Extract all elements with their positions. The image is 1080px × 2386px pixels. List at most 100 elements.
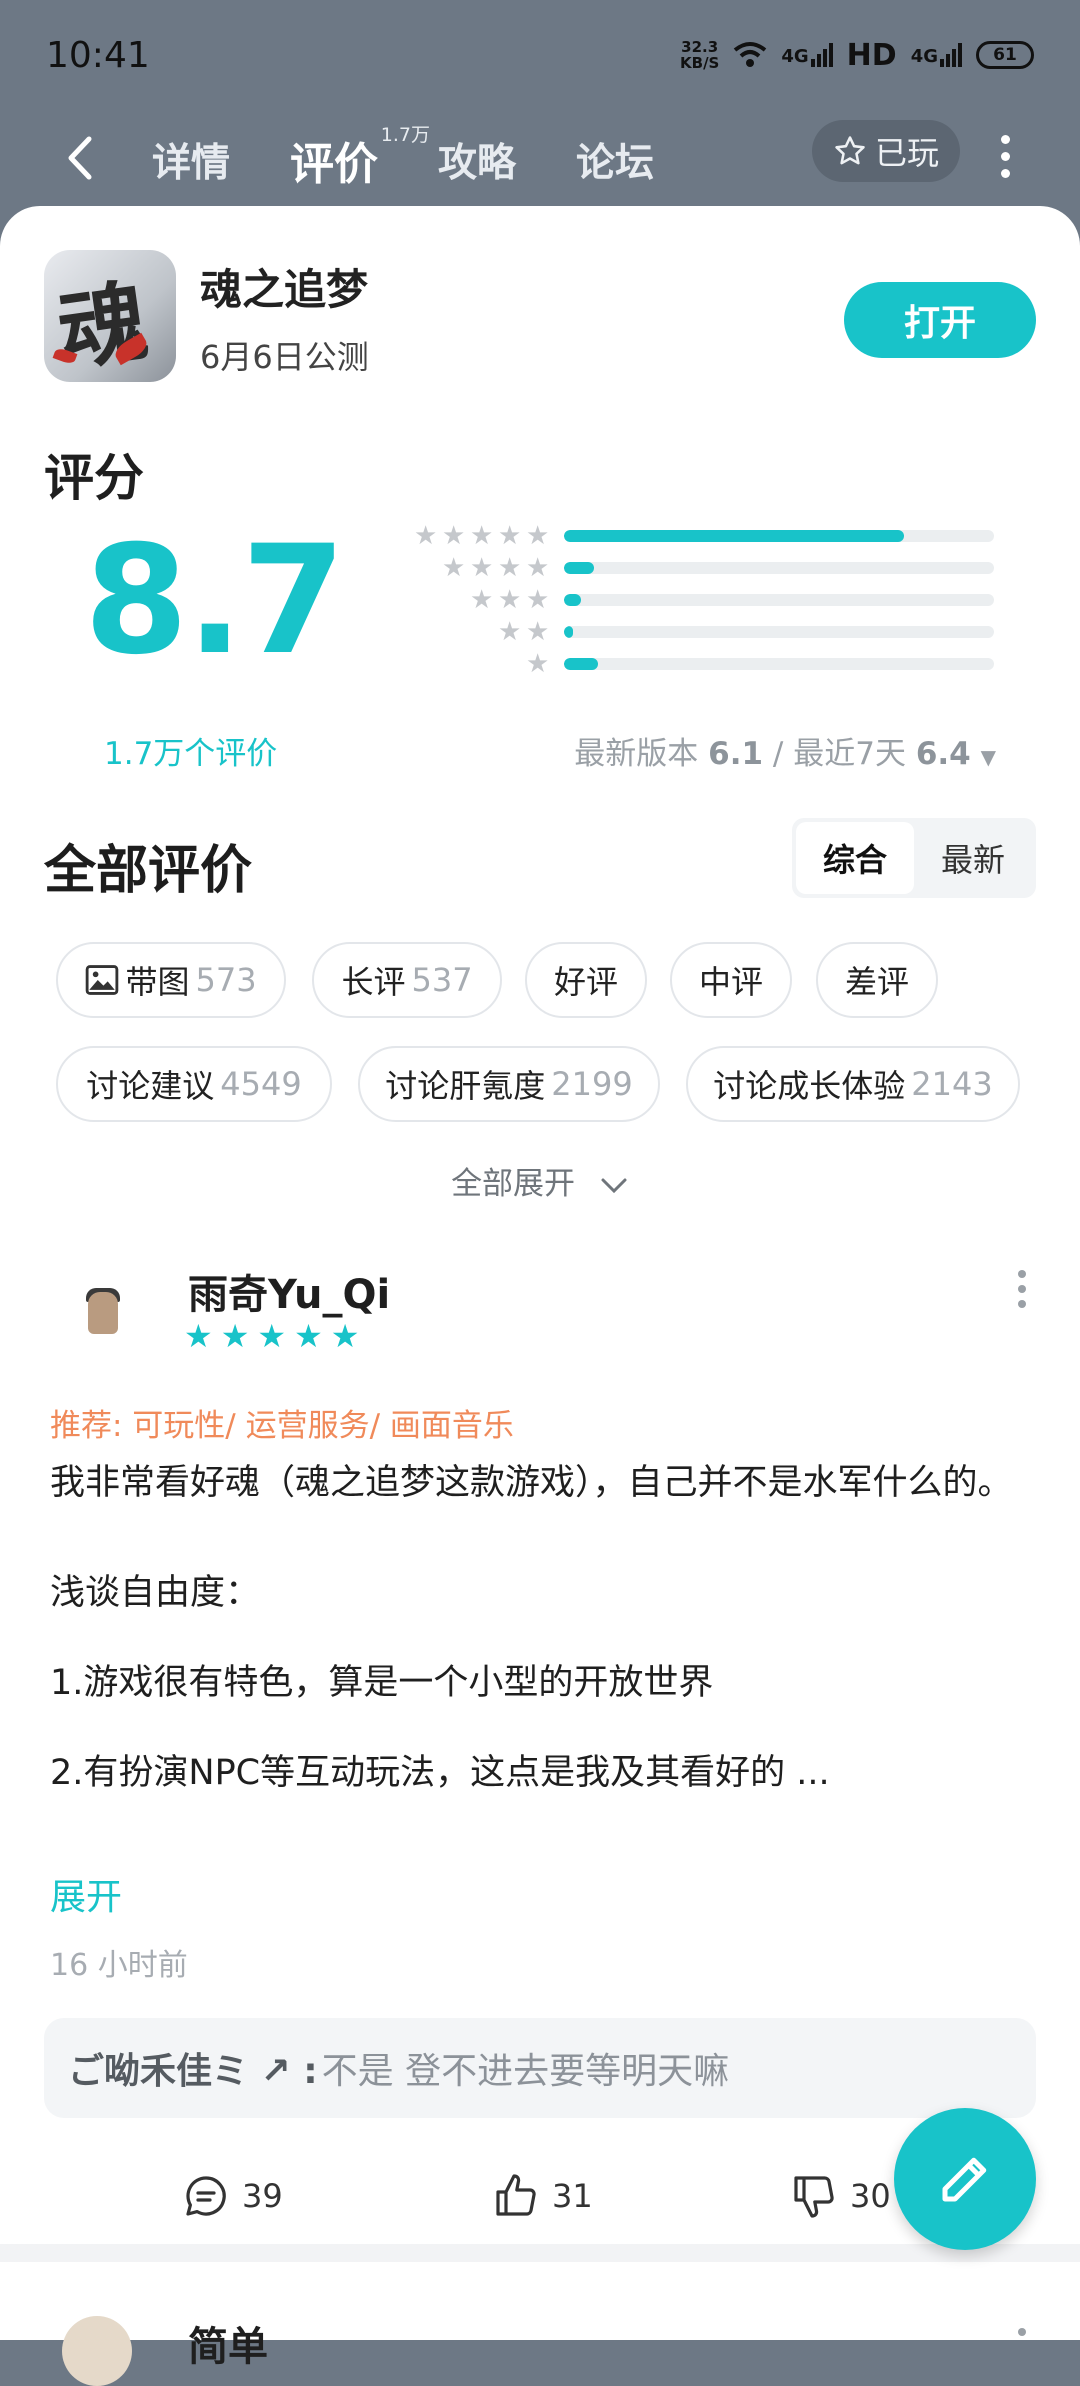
hd-icon: HD bbox=[846, 37, 897, 73]
rating-title: 评分 bbox=[44, 449, 144, 507]
star-icon: ★ bbox=[184, 1317, 213, 1355]
section-divider bbox=[0, 2244, 1080, 2262]
sort-toggle: 综合 最新 bbox=[792, 818, 1036, 898]
comment-button[interactable]: 39 bbox=[182, 2172, 283, 2220]
star-icon: ★ bbox=[414, 521, 438, 551]
filter-chip-positive[interactable]: 好评 bbox=[525, 942, 647, 1018]
star-icon: ★ bbox=[526, 649, 550, 679]
all-reviews-title: 全部评价 bbox=[44, 841, 253, 901]
like-button[interactable]: 31 bbox=[492, 2172, 593, 2220]
star-icon: ★ bbox=[498, 553, 522, 583]
rating-bar bbox=[564, 626, 994, 638]
filter-chip-suggestions[interactable]: 讨论建议 4549 bbox=[56, 1046, 332, 1122]
comment-icon bbox=[186, 2176, 226, 2216]
rating-row-3-star: ★ ★ ★ bbox=[360, 585, 994, 615]
review-text-line: 1.游戏很有特色，算是一个小型的开放世界 bbox=[50, 1663, 714, 1703]
back-arrow-icon bbox=[68, 136, 92, 180]
star-icon: ★ bbox=[294, 1317, 323, 1355]
review-timestamp: 16 小时前 bbox=[50, 1948, 188, 1983]
rating-row-stars: ★ ★ ★ ★ bbox=[360, 553, 550, 583]
rating-bar-fill bbox=[564, 562, 595, 574]
star-icon: ★ bbox=[526, 521, 550, 551]
chevron-down-icon bbox=[601, 1178, 627, 1193]
rating-count: 1.7万个评价 bbox=[104, 736, 278, 772]
filter-chip-neutral[interactable]: 中评 bbox=[670, 942, 792, 1018]
tab-reviews[interactable]: 评价 1.7万 bbox=[290, 124, 430, 192]
thumbs-up-icon bbox=[496, 2174, 536, 2216]
rating-score: 8.7 bbox=[84, 514, 346, 688]
rating-row-5-star: ★ ★ ★ ★ ★ bbox=[360, 521, 994, 551]
review-more-button[interactable] bbox=[1018, 2328, 1026, 2336]
reply-preview[interactable]: ご呦禾佳ミ ↗ : 不是 登不进去要等明天嘛 bbox=[44, 2018, 1036, 2118]
thumbs-down-icon bbox=[794, 2176, 834, 2218]
filter-chip-growth-experience[interactable]: 讨论成长体验 2143 bbox=[686, 1046, 1020, 1122]
image-icon bbox=[86, 965, 119, 995]
rating-bar bbox=[564, 658, 994, 670]
review-text-line: 浅谈自由度： bbox=[50, 1573, 261, 1613]
star-icon: ★ bbox=[442, 553, 466, 583]
expand-review-link[interactable]: 展开 bbox=[50, 1868, 122, 1920]
star-icon: ★ bbox=[526, 585, 550, 615]
rating-bar-fill bbox=[564, 530, 904, 542]
rating-bar bbox=[564, 530, 994, 542]
review-recommend-tags: 推荐: 可玩性/ 运营服务/ 画面音乐 bbox=[50, 1408, 514, 1444]
game-icon[interactable]: 魂 bbox=[44, 250, 176, 382]
game-title: 魂之追梦 bbox=[200, 265, 369, 314]
sort-option-overall[interactable]: 综合 bbox=[796, 822, 914, 894]
write-review-button[interactable] bbox=[894, 2108, 1036, 2250]
reply-text: 不是 登不进去要等明天嘛 bbox=[321, 2051, 730, 2092]
star-icon: ★ bbox=[470, 585, 494, 615]
tab-guides[interactable]: 攻略 bbox=[438, 132, 516, 188]
avatar[interactable] bbox=[70, 1280, 136, 1346]
rating-row-stars: ★ ★ ★ ★ ★ bbox=[360, 521, 550, 551]
star-icon: ★ bbox=[498, 521, 522, 551]
back-button[interactable] bbox=[50, 128, 110, 188]
rating-row-2-star: ★ ★ bbox=[360, 617, 994, 647]
network-speed: 32.3 KB/S bbox=[680, 38, 720, 72]
rating-bar bbox=[564, 562, 994, 574]
filter-chip-negative[interactable]: 差评 bbox=[816, 942, 938, 1018]
tab-details[interactable]: 详情 bbox=[152, 132, 230, 188]
review-more-button[interactable] bbox=[1018, 1270, 1026, 1308]
nav-tabs: 详情 评价 1.7万 攻略 论坛 bbox=[152, 110, 654, 210]
rating-row-stars: ★ bbox=[360, 649, 550, 679]
star-icon: ★ bbox=[470, 521, 494, 551]
filter-chip-long-review[interactable]: 长评 537 bbox=[312, 942, 502, 1018]
avatar[interactable] bbox=[62, 2316, 132, 2386]
rating-row-1-star: ★ bbox=[360, 649, 994, 679]
star-icon: ★ bbox=[526, 553, 550, 583]
review-text-line: 我非常看好魂（魂之追梦这款游戏），自己并不是水军什么的。 bbox=[50, 1463, 1013, 1503]
filter-chip-with-images[interactable]: 带图 573 bbox=[56, 942, 286, 1018]
content-card: 魂 魂之追梦 6月6日公测 打开 评分 8.7 1.7万个评价 ★ ★ ★ ★ ★ ★ ★ ★… bbox=[0, 206, 1080, 2340]
signal-4g-icon: 4G bbox=[781, 43, 833, 67]
rating-bar-fill bbox=[564, 626, 573, 638]
star-icon: ★ bbox=[470, 553, 494, 583]
star-icon: ★ bbox=[257, 1317, 287, 1355]
star-icon: ★ bbox=[220, 1317, 250, 1355]
review-text-line: 2.有扮演NPC等互动玩法，这点是我及其看好的 ... bbox=[50, 1753, 830, 1793]
review-username[interactable]: 简单 bbox=[188, 2314, 268, 2372]
rating-row-stars: ★ ★ ★ bbox=[360, 585, 550, 615]
review-username[interactable]: 雨奇Yu_Qi bbox=[188, 1262, 390, 1320]
reviews-count-badge: 1.7万 bbox=[380, 124, 431, 146]
status-bar: 10:41 32.3 KB/S 4G HD 4G 61 bbox=[0, 0, 1080, 110]
expand-all-tags[interactable]: 全部展开 bbox=[0, 1158, 1080, 1203]
game-launch-date: 6月6日公测 bbox=[200, 338, 369, 376]
rating-bar-fill bbox=[564, 594, 582, 606]
played-button[interactable]: 已玩 bbox=[812, 120, 960, 182]
star-icon: ★ bbox=[498, 585, 522, 615]
version-rating[interactable]: 最新版本 6.1 / 最近7天 6.4 ▼ bbox=[574, 728, 996, 773]
rating-bar bbox=[564, 594, 994, 606]
open-button[interactable]: 打开 bbox=[844, 282, 1036, 358]
signal-4g-icon-2: 4G bbox=[911, 43, 962, 67]
more-menu-button[interactable] bbox=[990, 126, 1020, 186]
tab-forum[interactable]: 论坛 bbox=[576, 132, 654, 188]
star-icon: ★ bbox=[498, 617, 522, 647]
filter-chip-grind-pay[interactable]: 讨论肝氪度 2199 bbox=[358, 1046, 660, 1122]
battery-icon: 61 bbox=[976, 41, 1034, 69]
sort-option-latest[interactable]: 最新 bbox=[914, 822, 1032, 894]
pencil-icon bbox=[942, 2157, 987, 2202]
dislike-button[interactable]: 30 bbox=[790, 2172, 891, 2220]
reply-author: ご呦禾佳ミ ↗ : bbox=[68, 2051, 318, 2092]
status-icons: 32.3 KB/S 4G HD 4G 61 bbox=[680, 38, 1034, 73]
